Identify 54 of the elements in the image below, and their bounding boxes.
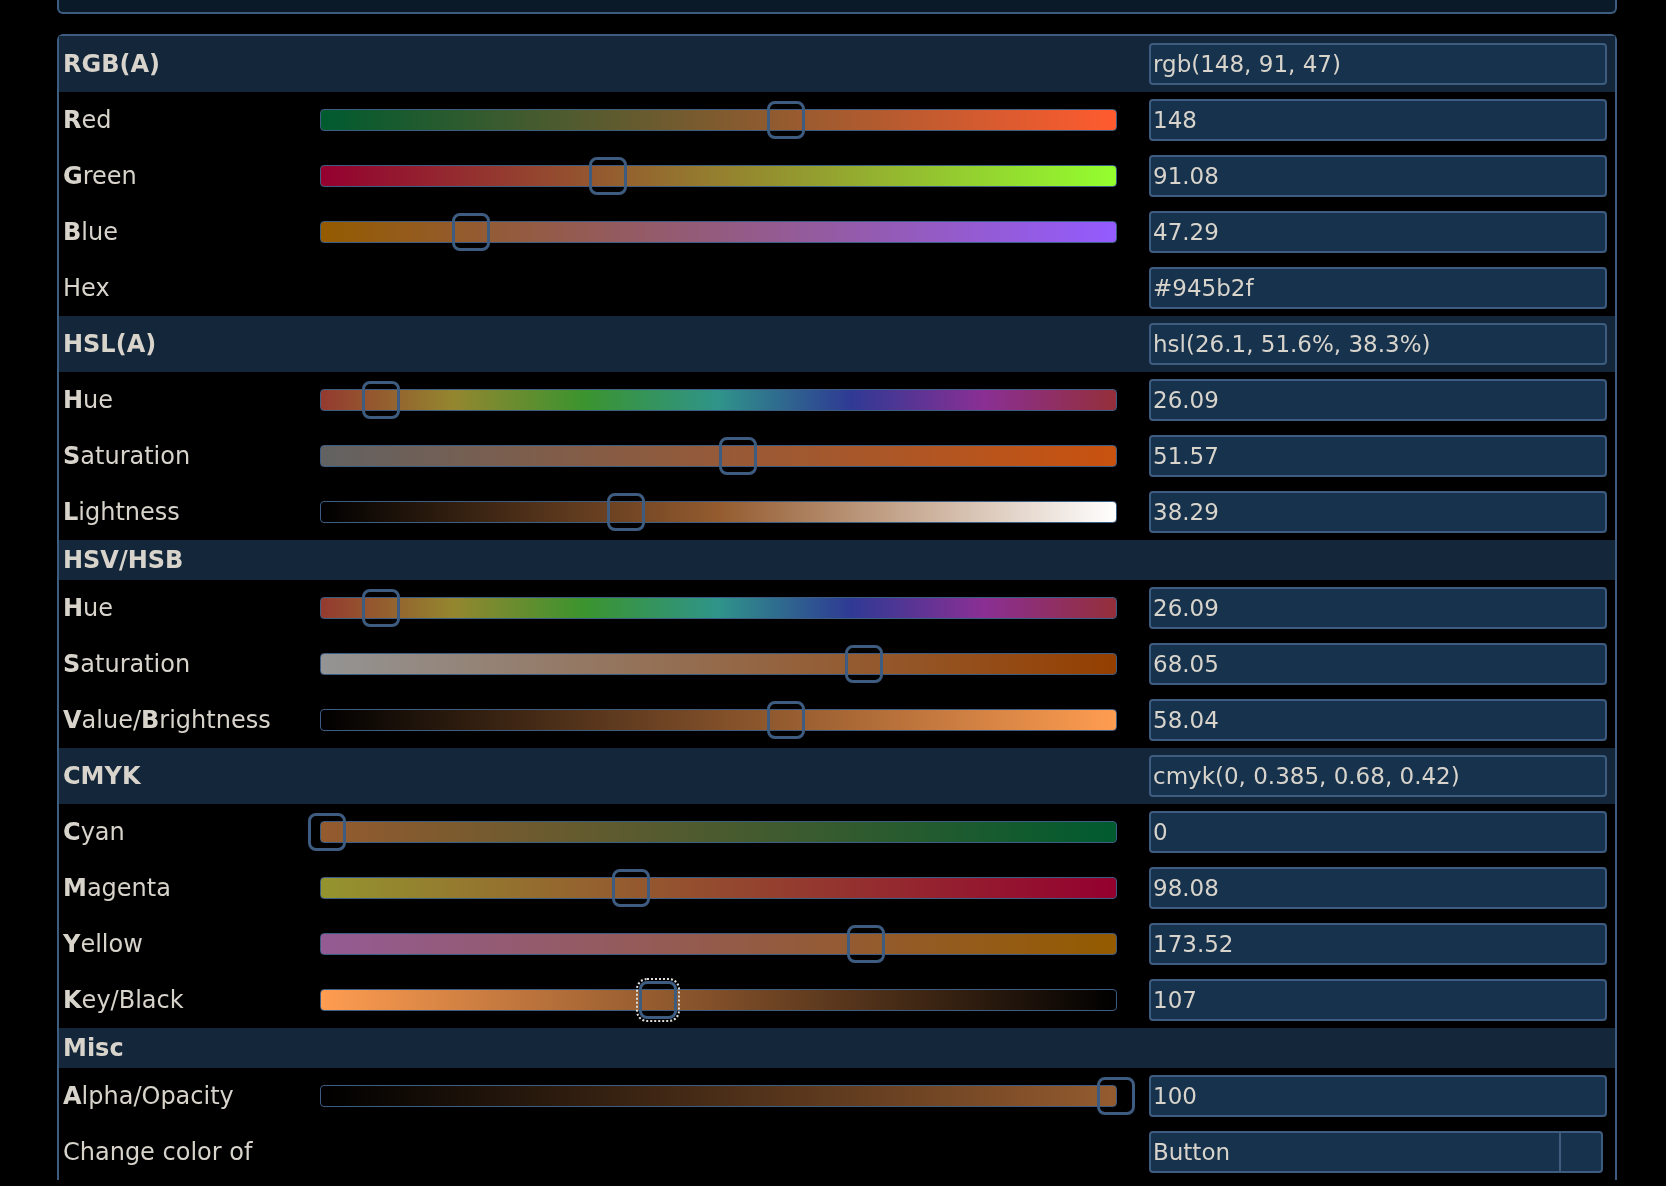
value-field[interactable]: 0 bbox=[1149, 811, 1607, 853]
row-label: Hex bbox=[63, 274, 111, 302]
slider-thumb[interactable] bbox=[845, 645, 883, 683]
row-label: Hue bbox=[63, 386, 115, 414]
dropdown[interactable]: Button bbox=[1149, 1131, 1603, 1173]
slider-thumb[interactable] bbox=[846, 925, 885, 963]
value-field[interactable]: cmyk(0, 0.385, 0.68, 0.42) bbox=[1149, 755, 1607, 797]
row-label: Change color of bbox=[63, 1138, 254, 1166]
value-field[interactable]: 26.09 bbox=[1149, 587, 1607, 629]
value-field[interactable]: 98.08 bbox=[1149, 867, 1607, 909]
value-field[interactable]: 68.05 bbox=[1149, 643, 1607, 685]
value-field[interactable]: 38.29 bbox=[1149, 491, 1607, 533]
slider-thumb[interactable] bbox=[639, 981, 678, 1019]
value-field[interactable]: 47.29 bbox=[1149, 211, 1607, 253]
row-label: Lightness bbox=[63, 498, 181, 526]
section-title: HSV/HSB bbox=[63, 546, 185, 574]
row-label: Cyan bbox=[63, 818, 126, 846]
slider-thumb[interactable] bbox=[1097, 1077, 1135, 1115]
value-field[interactable]: 26.09 bbox=[1149, 379, 1607, 421]
row-label: Saturation bbox=[63, 442, 192, 470]
row-label: Yellow bbox=[63, 930, 144, 958]
slider-thumb[interactable] bbox=[612, 869, 651, 907]
row-label: Value/Brightness bbox=[63, 706, 272, 734]
section-title: HSL(A) bbox=[63, 330, 158, 358]
value-field[interactable]: 148 bbox=[1149, 99, 1607, 141]
value-field[interactable]: 107 bbox=[1149, 979, 1607, 1021]
row-label: Hue bbox=[63, 594, 115, 622]
value-field[interactable]: rgb(148, 91, 47) bbox=[1149, 43, 1607, 85]
slider-thumb[interactable] bbox=[362, 589, 401, 627]
value-field[interactable]: 51.57 bbox=[1149, 435, 1607, 477]
slider-thumb[interactable] bbox=[607, 493, 646, 531]
slider-thumb[interactable] bbox=[767, 101, 806, 139]
section-title: CMYK bbox=[63, 762, 142, 790]
row-label: Green bbox=[63, 162, 138, 190]
slider-thumb[interactable] bbox=[362, 381, 401, 419]
row-label: Red bbox=[63, 106, 113, 134]
row-label: Magenta bbox=[63, 874, 172, 902]
value-field[interactable]: 100 bbox=[1149, 1075, 1607, 1117]
value-field[interactable]: hsl(26.1, 51.6%, 38.3%) bbox=[1149, 323, 1607, 365]
value-field[interactable]: 58.04 bbox=[1149, 699, 1607, 741]
slider-thumb[interactable] bbox=[767, 701, 806, 739]
hex-field[interactable]: #945b2f bbox=[1149, 267, 1607, 309]
row-label: Saturation bbox=[63, 650, 192, 678]
value-field[interactable]: 91.08 bbox=[1149, 155, 1607, 197]
row-label: Blue bbox=[63, 218, 119, 246]
row-label: Key/Black bbox=[63, 986, 185, 1014]
slider-thumb[interactable] bbox=[307, 813, 346, 851]
value-field[interactable]: 173.52 bbox=[1149, 923, 1607, 965]
section-title: RGB(A) bbox=[63, 50, 161, 78]
slider-thumb[interactable] bbox=[719, 437, 758, 475]
section-title: Misc bbox=[63, 1034, 125, 1062]
row-label: Alpha/Opacity bbox=[63, 1082, 235, 1110]
slider-thumb[interactable] bbox=[589, 157, 627, 195]
slider-thumb[interactable] bbox=[452, 213, 491, 251]
